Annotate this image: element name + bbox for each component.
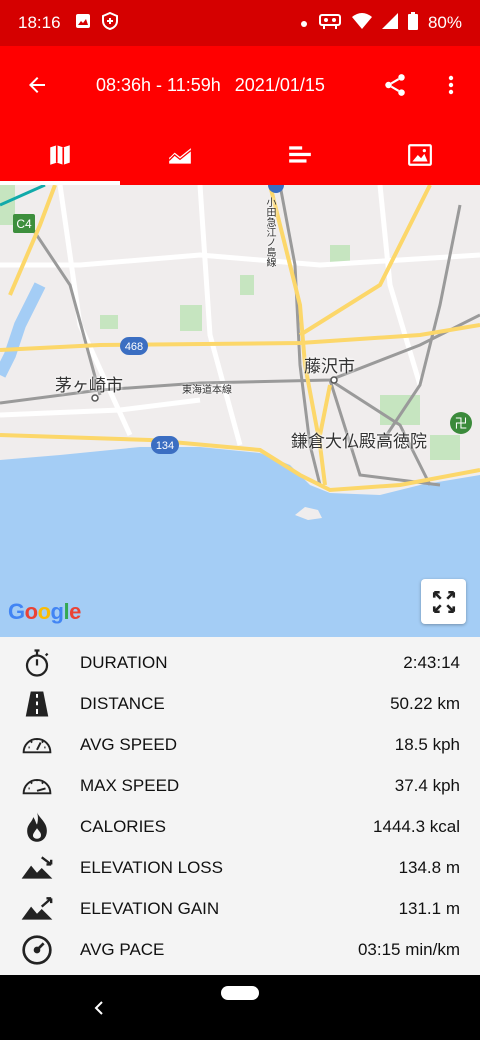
- speedometer-max-icon: [22, 778, 52, 794]
- label-tokaido-line: 東海道本線: [182, 385, 232, 396]
- stopwatch-icon: [25, 648, 49, 677]
- bar-list-icon: [289, 145, 311, 163]
- more-vert-icon: [448, 75, 454, 95]
- share-icon: [385, 74, 405, 96]
- stats-panel: DURATION 2:43:14 DISTANCE 50.22 km AVG S…: [0, 637, 480, 975]
- shield-icon: [101, 11, 119, 35]
- tab-stats[interactable]: [240, 124, 360, 185]
- chevron-left-icon: [94, 1001, 103, 1015]
- tab-photos[interactable]: [360, 124, 480, 185]
- map-icon: [50, 144, 70, 165]
- elevation-gain-icon: [21, 896, 53, 920]
- c4-badge: C4: [16, 217, 32, 231]
- share-button[interactable]: [372, 62, 418, 108]
- route-134-badge: 134: [156, 440, 174, 452]
- wifi-icon: [351, 12, 372, 34]
- stat-row-duration: DURATION 2:43:14: [0, 642, 480, 683]
- road-icon: [25, 691, 49, 716]
- arrow-back-icon: [29, 77, 45, 93]
- system-back-button[interactable]: [86, 993, 112, 1023]
- battery-percent: 80%: [427, 13, 462, 32]
- fullscreen-button[interactable]: [421, 579, 466, 624]
- stat-row-distance: DISTANCE 50.22 km: [0, 683, 480, 724]
- speedometer-icon: [22, 737, 52, 753]
- back-button[interactable]: [0, 46, 74, 124]
- stat-row-calories: CALORIES 1444.3 kcal: [0, 806, 480, 847]
- app-bar: 08:36h - 11:59h 2021/01/15: [0, 46, 480, 124]
- google-logo: Google: [8, 599, 81, 624]
- chart-area-icon: [168, 146, 192, 164]
- route-468-badge: 468: [125, 341, 143, 353]
- pace-gauge-icon: [22, 934, 52, 965]
- overflow-menu-button[interactable]: [428, 62, 474, 108]
- label-odakyu-line: 小田急江ノ島線: [264, 197, 275, 267]
- status-bar: 18:16 80%: [0, 0, 480, 46]
- stat-row-avg-pace: AVG PACE 03:15 min/km: [0, 929, 480, 970]
- fullscreen-icon: [432, 590, 455, 613]
- map-canvas: C4 468 134 卍: [0, 185, 480, 637]
- label-chigasaki: 茅ヶ崎市: [55, 376, 123, 395]
- tab-chart[interactable]: [120, 124, 240, 185]
- route-map[interactable]: C4 468 134 卍 茅ヶ崎市 藤沢市 鎌倉大仏殿高徳院 東海道本線 小田急…: [0, 185, 480, 637]
- image-icon: [75, 13, 91, 34]
- system-nav-bar: [0, 975, 480, 1040]
- stat-row-avg-speed: AVG SPEED 18.5 kph: [0, 724, 480, 765]
- status-time: 18:16: [18, 13, 61, 32]
- time-range: 08:36h - 11:59h: [96, 74, 221, 95]
- tab-map[interactable]: [0, 124, 120, 185]
- tab-bar: [0, 124, 480, 185]
- stat-row-elevation-loss: ELEVATION LOSS 134.8 m: [0, 847, 480, 888]
- date: 2021/01/15: [234, 74, 325, 95]
- stat-row-max-speed: MAX SPEED 37.4 kph: [0, 765, 480, 806]
- svg-text:卍: 卍: [454, 417, 467, 432]
- cast-icon: [318, 12, 342, 35]
- elevation-loss-icon: [21, 855, 53, 879]
- stat-row-elevation-gain: ELEVATION GAIN 131.1 m: [0, 888, 480, 929]
- signal-icon: [381, 12, 398, 34]
- battery-icon: [407, 11, 418, 35]
- label-kamakura-daibutsu: 鎌倉大仏殿高徳院: [291, 432, 427, 451]
- label-fujisawa: 藤沢市: [304, 357, 355, 376]
- app-bar-title: 08:36h - 11:59h 2021/01/15: [96, 75, 325, 96]
- home-pill[interactable]: [221, 986, 259, 1000]
- flame-icon: [27, 811, 47, 842]
- photo-icon: [408, 143, 432, 166]
- dot-icon: [300, 13, 308, 33]
